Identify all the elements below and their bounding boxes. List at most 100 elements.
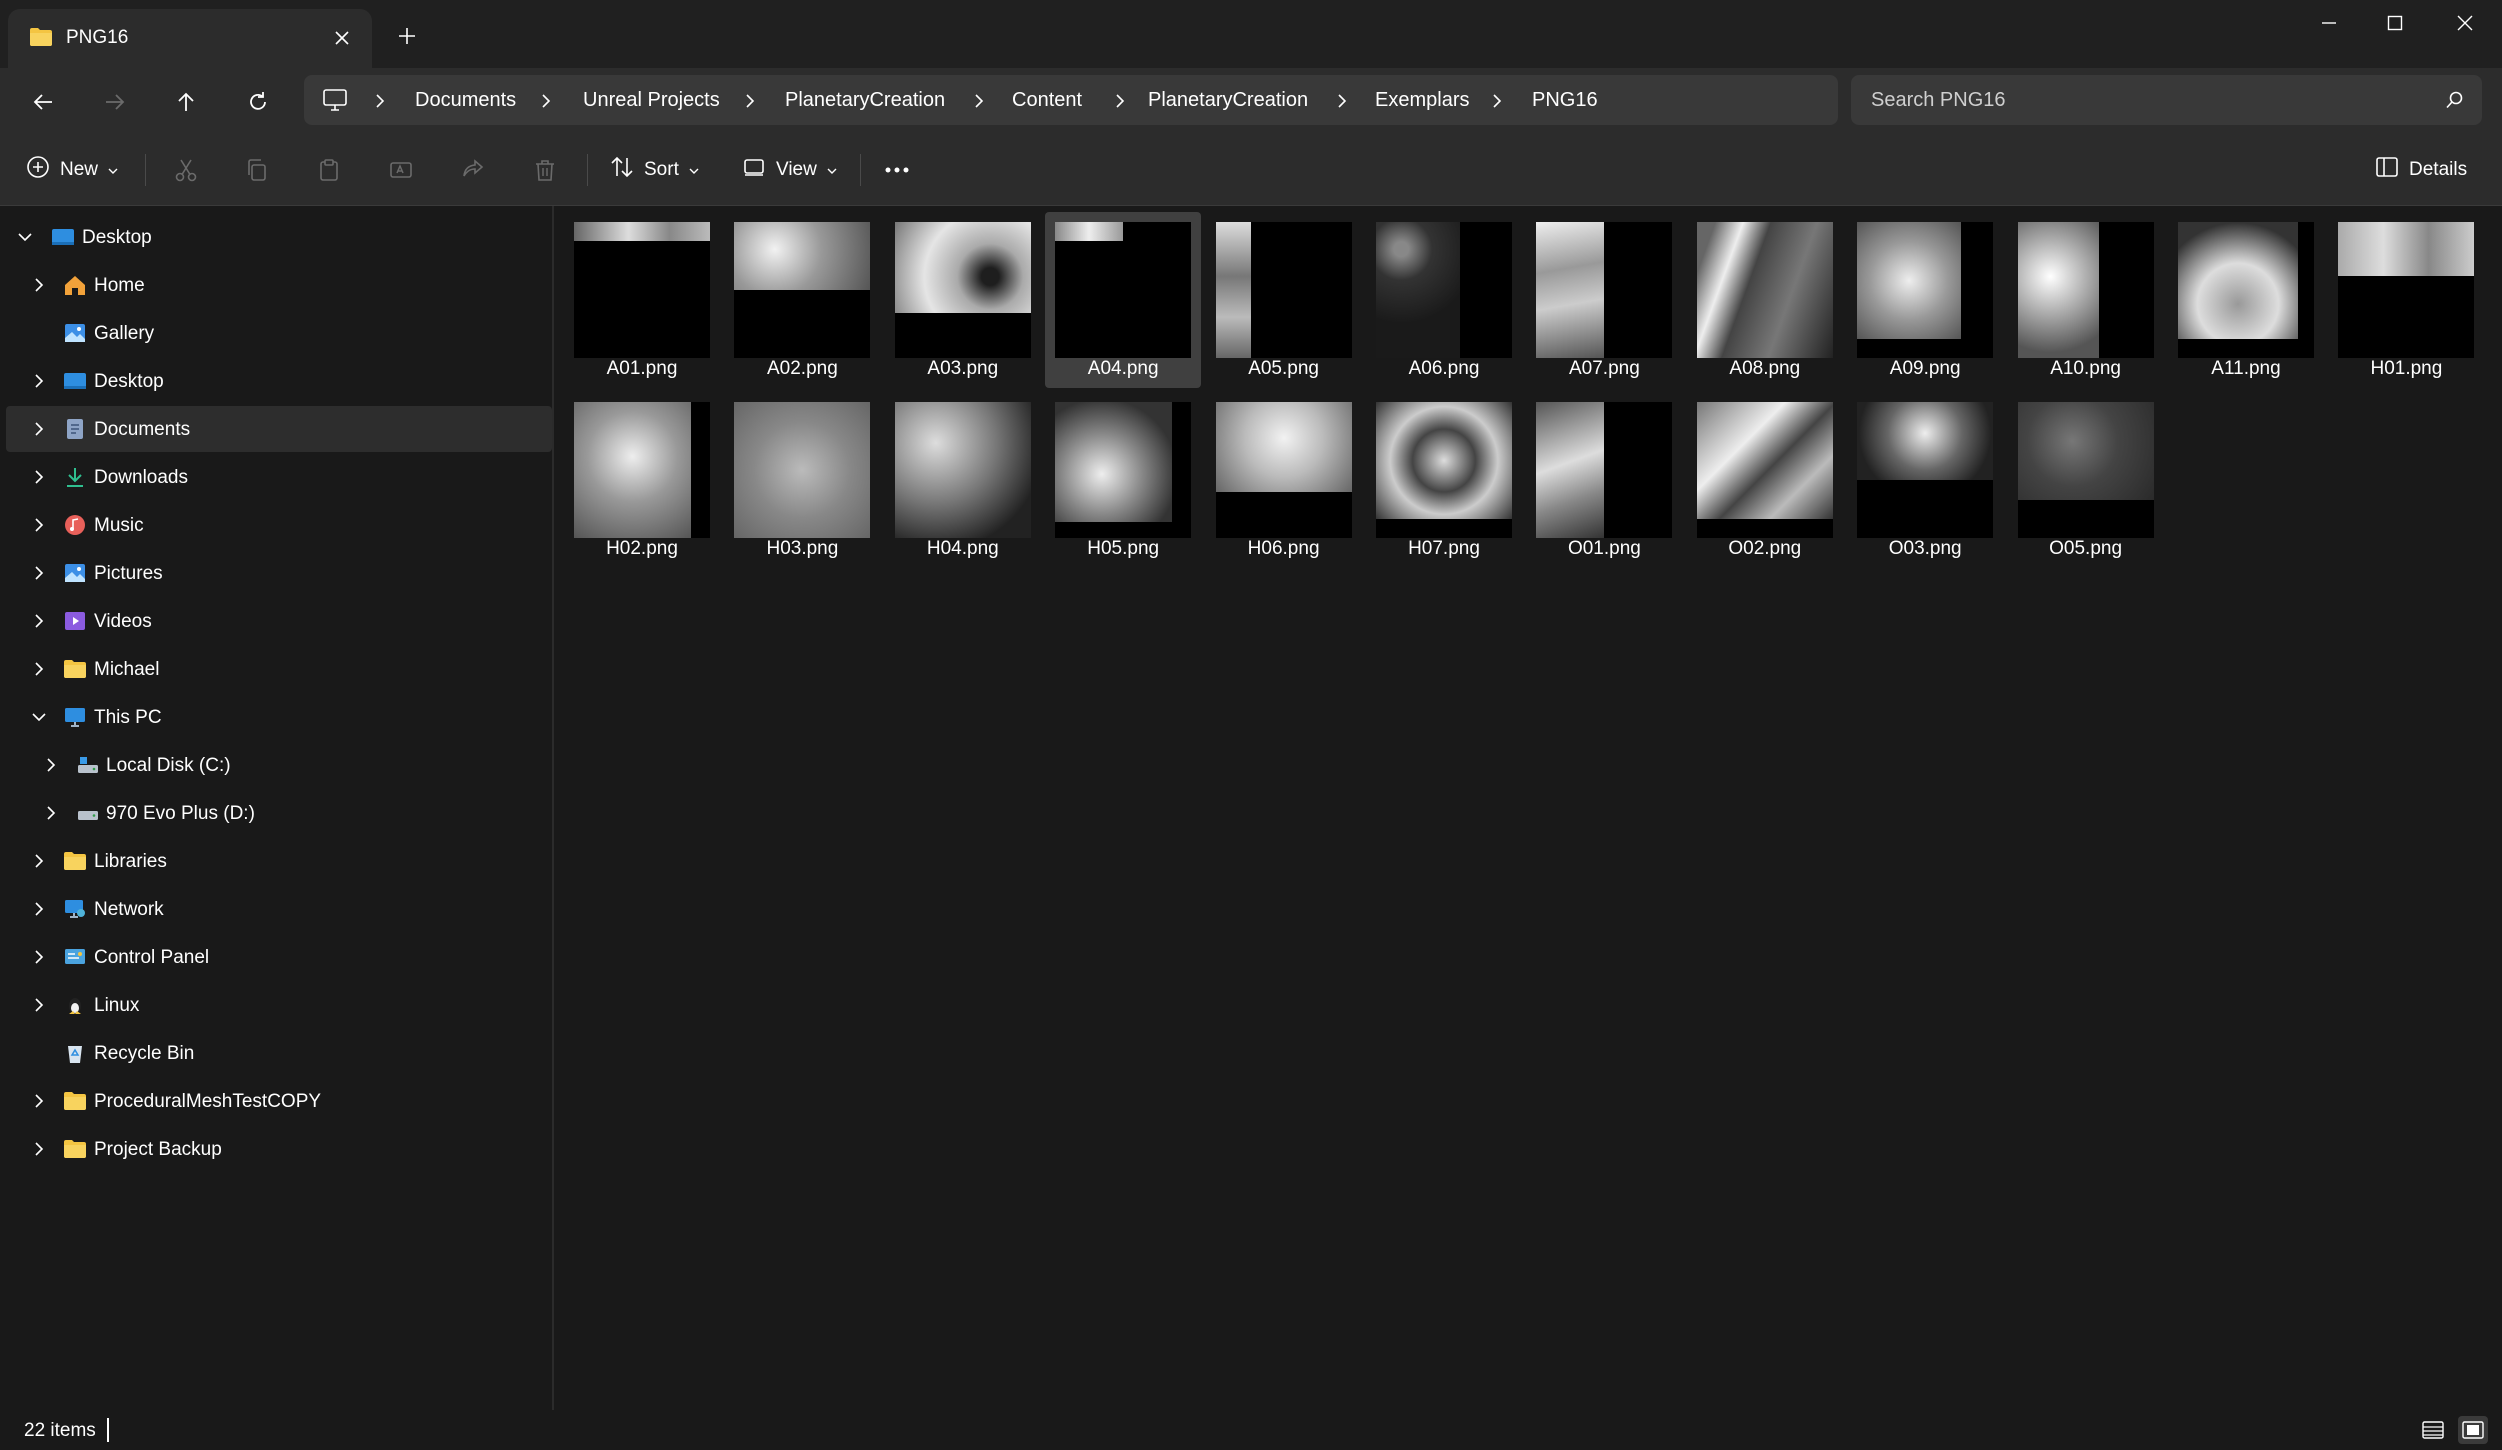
sidebar-item-desktop[interactable]: Desktop (6, 358, 552, 404)
chevron-right-icon[interactable] (30, 1092, 48, 1110)
chevron-right-icon[interactable] (30, 420, 48, 438)
sidebar-item-control-panel[interactable]: Control Panel (6, 934, 552, 980)
chevron-right-icon[interactable] (30, 996, 48, 1014)
sidebar-item-recycle-bin[interactable]: Recycle Bin (6, 1030, 552, 1076)
more-options-icon[interactable] (881, 154, 913, 186)
cut-icon[interactable] (170, 154, 202, 186)
chevron-right-icon[interactable] (42, 804, 60, 822)
search-box[interactable]: Search PNG16 (1851, 75, 2482, 125)
back-button[interactable] (23, 82, 63, 122)
file-item[interactable]: O01.png (1526, 392, 1682, 568)
sidebar-item-michael[interactable]: Michael (6, 646, 552, 692)
close-window-button[interactable] (2430, 0, 2500, 46)
details-view-button[interactable] (2418, 1416, 2448, 1444)
chevron-down-icon[interactable] (16, 228, 34, 246)
chevron-right-icon[interactable] (30, 1140, 48, 1158)
file-item[interactable]: H01.png (2328, 212, 2484, 388)
breadcrumb-documents[interactable]: Documents (415, 89, 516, 112)
sidebar-item-desktop-root[interactable]: Desktop (6, 214, 552, 260)
file-item[interactable]: O03.png (1847, 392, 2003, 568)
chevron-right-icon[interactable] (30, 852, 48, 870)
heightmap-preview (1376, 402, 1512, 519)
sidebar-item-network[interactable]: Network (6, 886, 552, 932)
sidebar-item-this-pc[interactable]: This PC (6, 694, 552, 740)
minimize-button[interactable] (2294, 0, 2364, 46)
chevron-right-icon[interactable] (30, 372, 48, 390)
file-item[interactable]: A11.png (2168, 212, 2324, 388)
file-item[interactable]: A08.png (1687, 212, 1843, 388)
address-bar[interactable]: Documents Unreal Projects PlanetaryCreat… (304, 75, 1838, 125)
sidebar-item-gallery[interactable]: Gallery (6, 310, 552, 356)
share-icon[interactable] (457, 154, 489, 186)
sidebar-item-label: Linux (94, 995, 140, 1016)
new-tab-button[interactable] (393, 22, 421, 50)
large-icons-view-button[interactable] (2458, 1416, 2488, 1444)
close-tab-icon[interactable] (328, 24, 356, 52)
sidebar-item-linux[interactable]: Linux (6, 982, 552, 1028)
sidebar-item-proceduralmeshtestcopy[interactable]: ProceduralMeshTestCOPY (6, 1078, 552, 1124)
sidebar-item-music[interactable]: Music (6, 502, 552, 548)
chevron-right-icon[interactable] (30, 660, 48, 678)
refresh-button[interactable] (238, 82, 278, 122)
chevron-right-icon[interactable] (30, 612, 48, 630)
rename-icon[interactable] (385, 154, 417, 186)
sidebar-item-libraries[interactable]: Libraries (6, 838, 552, 884)
file-item[interactable]: A02.png (724, 212, 880, 388)
new-button[interactable]: New (26, 152, 118, 188)
file-name: H01.png (2370, 358, 2443, 379)
breadcrumb-unreal-projects[interactable]: Unreal Projects (583, 89, 720, 112)
file-thumbnail (894, 402, 1031, 538)
file-item[interactable]: O05.png (2008, 392, 2164, 568)
breadcrumb-png16[interactable]: PNG16 (1532, 89, 1598, 112)
breadcrumb-content[interactable]: Content (1012, 89, 1082, 112)
file-item[interactable]: H02.png (564, 392, 720, 568)
delete-icon[interactable] (529, 154, 561, 186)
search-icon[interactable] (2446, 91, 2464, 115)
file-item[interactable]: H05.png (1045, 392, 1201, 568)
sidebar-item-local-disk-c[interactable]: Local Disk (C:) (6, 742, 552, 788)
chevron-right-icon[interactable] (30, 468, 48, 486)
file-item[interactable]: H06.png (1206, 392, 1362, 568)
folder-icon (63, 658, 87, 680)
sidebar-item-project-backup[interactable]: Project Backup (6, 1126, 552, 1172)
file-thumbnail (734, 402, 871, 538)
file-item[interactable]: H03.png (724, 392, 880, 568)
file-item[interactable]: O02.png (1687, 392, 1843, 568)
chevron-right-icon[interactable] (42, 756, 60, 774)
chevron-right-icon[interactable] (30, 516, 48, 534)
sidebar-item-documents[interactable]: Documents (6, 406, 552, 452)
breadcrumb-planetarycreation-2[interactable]: PlanetaryCreation (1148, 89, 1308, 112)
file-item[interactable]: A06.png (1366, 212, 1522, 388)
paste-icon[interactable] (313, 154, 345, 186)
sidebar-item-970-evo-plus-d[interactable]: 970 Evo Plus (D:) (6, 790, 552, 836)
tab-png16[interactable]: PNG16 (8, 9, 372, 68)
forward-button[interactable] (95, 82, 135, 122)
view-button[interactable]: View (742, 152, 837, 188)
breadcrumb-planetarycreation[interactable]: PlanetaryCreation (785, 89, 945, 112)
file-item[interactable]: A10.png (2008, 212, 2164, 388)
file-item[interactable]: A04.png (1045, 212, 1202, 388)
up-button[interactable] (166, 82, 206, 122)
copy-icon[interactable] (241, 154, 273, 186)
file-item[interactable]: A01.png (564, 212, 720, 388)
chevron-right-icon[interactable] (30, 276, 48, 294)
file-item[interactable]: H04.png (885, 392, 1041, 568)
file-item[interactable]: A03.png (885, 212, 1041, 388)
file-item[interactable]: A05.png (1206, 212, 1362, 388)
file-item[interactable]: A09.png (1847, 212, 2003, 388)
breadcrumb-exemplars[interactable]: Exemplars (1375, 89, 1469, 112)
file-item[interactable]: H07.png (1366, 392, 1522, 568)
sidebar-item-downloads[interactable]: Downloads (6, 454, 552, 500)
maximize-button[interactable] (2360, 0, 2430, 46)
sidebar-item-videos[interactable]: Videos (6, 598, 552, 644)
chevron-right-icon[interactable] (30, 564, 48, 582)
chevron-right-icon[interactable] (30, 948, 48, 966)
sort-button[interactable]: Sort (610, 152, 699, 188)
chevron-down-icon[interactable] (30, 708, 48, 726)
sidebar-item-home[interactable]: Home (6, 262, 552, 308)
details-pane-icon (2375, 156, 2399, 184)
chevron-right-icon[interactable] (30, 900, 48, 918)
file-item[interactable]: A07.png (1526, 212, 1682, 388)
sidebar-item-pictures[interactable]: Pictures (6, 550, 552, 596)
details-button[interactable]: Details (2375, 152, 2467, 188)
